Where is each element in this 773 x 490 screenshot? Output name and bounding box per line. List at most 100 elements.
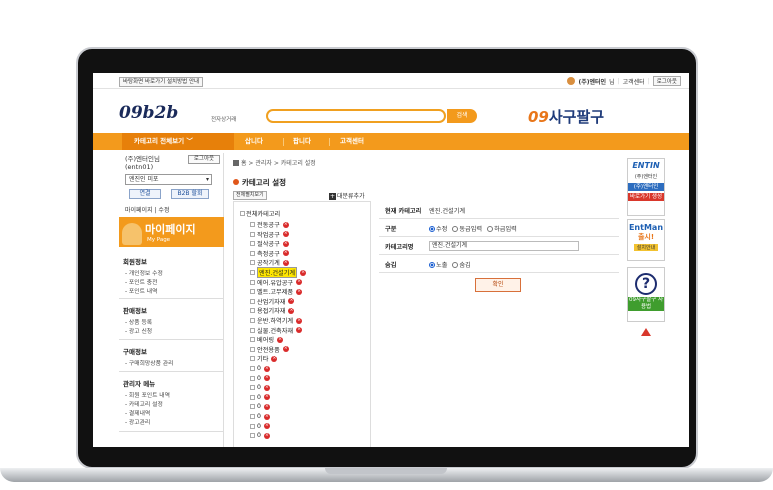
tree-node-icon: [250, 433, 255, 439]
delete-icon[interactable]: ×: [263, 394, 270, 401]
tree-item[interactable]: 절삭공구 ×: [250, 239, 289, 248]
delete-icon[interactable]: ×: [288, 307, 295, 314]
delete-icon[interactable]: ×: [263, 375, 270, 382]
tree-item[interactable]: 운반.하역기계 ×: [250, 316, 303, 325]
tree-item[interactable]: 0 ×: [250, 393, 270, 402]
tree-item[interactable]: 0 ×: [250, 431, 270, 440]
radio-show[interactable]: [429, 262, 435, 268]
confirm-button[interactable]: 확인: [475, 278, 521, 292]
tree-item[interactable]: 기타 ×: [250, 354, 278, 363]
radio-show-label: 노출: [436, 262, 448, 269]
tree-item[interactable]: 측정공구 ×: [250, 249, 289, 258]
delete-icon[interactable]: ×: [296, 327, 303, 334]
connect-button[interactable]: 연결: [129, 189, 161, 199]
tree-item[interactable]: 작업공구 ×: [250, 230, 289, 239]
radio-hide-label: 숨김: [459, 262, 471, 269]
divider: [119, 298, 224, 299]
tree-item[interactable]: 실물.건축자재 ×: [250, 326, 303, 335]
expand-all-button[interactable]: 전체펼치보기: [233, 191, 267, 200]
category-all-button[interactable]: 카테고리 전체보기 ﹀: [122, 133, 234, 150]
radio-same-level[interactable]: [452, 226, 459, 232]
delete-icon[interactable]: ×: [282, 231, 289, 238]
radio-hide[interactable]: [452, 262, 459, 268]
sidebar-item-ad-request[interactable]: - 광고 신청: [125, 326, 152, 335]
mypage-banner[interactable]: 마이페이지 My Page: [119, 217, 224, 247]
delete-icon[interactable]: ×: [296, 288, 303, 295]
delete-icon[interactable]: ×: [277, 336, 284, 343]
tree-item[interactable]: 0 ×: [250, 412, 270, 421]
radio-sub-level[interactable]: [487, 226, 494, 232]
tree-item-label: 엔진.건설기계: [257, 267, 298, 278]
nav-sell[interactable]: 팝니다: [293, 133, 311, 150]
radio-edit[interactable]: [429, 226, 435, 232]
delete-icon[interactable]: ×: [296, 279, 303, 286]
brand-logo[interactable]: 09사구팔구: [528, 106, 604, 127]
delete-icon[interactable]: ×: [288, 298, 295, 305]
search-button[interactable]: 검색: [447, 109, 477, 123]
delete-icon[interactable]: ×: [263, 365, 270, 372]
tree-item[interactable]: 산업기자재 ×: [250, 297, 295, 306]
tree-item[interactable]: 전동공구 ×: [250, 220, 289, 229]
sidebar-item-point-history[interactable]: - 포인트 내역: [125, 286, 157, 295]
delete-icon[interactable]: ×: [263, 403, 270, 410]
sidebar-item-wishlist[interactable]: - 구매희망상품 관리: [125, 358, 173, 367]
delete-icon[interactable]: ×: [282, 346, 289, 353]
tree-item[interactable]: 0 ×: [250, 383, 270, 392]
tree-item[interactable]: 에어.유압공구 ×: [250, 278, 303, 287]
ad-help[interactable]: ? 09사구팔구 사용법: [627, 267, 665, 322]
delete-icon[interactable]: ×: [271, 355, 278, 362]
tree-item[interactable]: 용접기자재 ×: [250, 306, 295, 315]
sidebar-links[interactable]: 마이페이지 | 수정: [125, 205, 169, 214]
b2b-button[interactable]: B2B 할회: [171, 189, 209, 199]
delete-icon[interactable]: ×: [296, 317, 303, 324]
divider: [119, 431, 224, 432]
sidebar-item-ad-management[interactable]: - 광고관리: [125, 417, 150, 426]
tree-item[interactable]: 벨트.고무제품 ×: [250, 287, 303, 296]
company-select[interactable]: 엔진인 미포 ▾: [125, 174, 212, 185]
add-category-button[interactable]: + 대분류추가: [329, 191, 365, 200]
delete-icon[interactable]: ×: [282, 221, 289, 228]
search-input[interactable]: [266, 109, 446, 123]
sidebar-item-category-settings[interactable]: - 카테고리 설정: [125, 399, 163, 408]
shortcut-hint-button[interactable]: 바탕화면 바로가기 설치방법 안내: [119, 77, 204, 87]
sidebar-item-payments[interactable]: - 결제내역: [125, 408, 150, 417]
tree-item-label: 0: [257, 393, 261, 401]
ad-entman[interactable]: EntMan 출시! 설치안내: [627, 219, 665, 261]
nav-customer-center[interactable]: 고객센터: [340, 133, 364, 150]
delete-icon[interactable]: ×: [263, 384, 270, 391]
nav-buy[interactable]: 삽니다: [245, 133, 263, 150]
tree-item[interactable]: 베어링 ×: [250, 335, 284, 344]
radio-sub-level-label: 하급입력: [494, 226, 517, 233]
tree-item[interactable]: 0 ×: [250, 374, 270, 383]
tree-item[interactable]: 엔진.건설기계 ×: [250, 267, 307, 278]
delete-icon[interactable]: ×: [263, 413, 270, 420]
sidebar-item-charge-point[interactable]: - 포인트 충전: [125, 277, 157, 286]
entin-logo: ENTIN: [632, 161, 660, 170]
delete-icon[interactable]: ×: [263, 423, 270, 430]
tree-root[interactable]: 전체카테고리: [240, 209, 280, 218]
tree-item[interactable]: 0 ×: [250, 364, 270, 373]
tree-item[interactable]: 0 ×: [250, 422, 270, 431]
sidebar-item-member-points[interactable]: - 회원 포인트 내역: [125, 390, 170, 399]
delete-icon[interactable]: ×: [282, 240, 289, 247]
section-sales-info: 판매정보: [123, 307, 147, 315]
site-logo[interactable]: 09b2b: [119, 103, 178, 123]
sidebar-item-register-product[interactable]: - 상품 등록: [125, 317, 152, 326]
tree-node-icon: [250, 356, 255, 362]
tree-node-icon: [250, 346, 255, 352]
scroll-top-icon[interactable]: [641, 328, 651, 336]
tree-item[interactable]: 0 ×: [250, 402, 270, 411]
delete-icon[interactable]: ×: [263, 432, 270, 439]
logout-button[interactable]: 로그아웃: [652, 76, 681, 86]
delete-icon[interactable]: ×: [300, 269, 307, 276]
category-name-input[interactable]: 엔진.건설기계: [429, 241, 579, 251]
delete-icon[interactable]: ×: [282, 259, 289, 266]
category-name-label: 카테고리명: [385, 244, 414, 251]
sidebar-item-edit-profile[interactable]: - 개인정보 수정: [125, 268, 163, 277]
customer-center-link[interactable]: 고객센터: [623, 77, 645, 86]
chevron-down-icon: ▾: [205, 176, 209, 183]
delete-icon[interactable]: ×: [282, 250, 289, 257]
tree-item[interactable]: 안전용품 ×: [250, 345, 289, 354]
ad-entin[interactable]: ENTIN (주)엔터인 (주)엔터인 바로가기 생성: [627, 158, 665, 216]
sidebar-logout-button[interactable]: 로그아웃: [188, 155, 220, 164]
